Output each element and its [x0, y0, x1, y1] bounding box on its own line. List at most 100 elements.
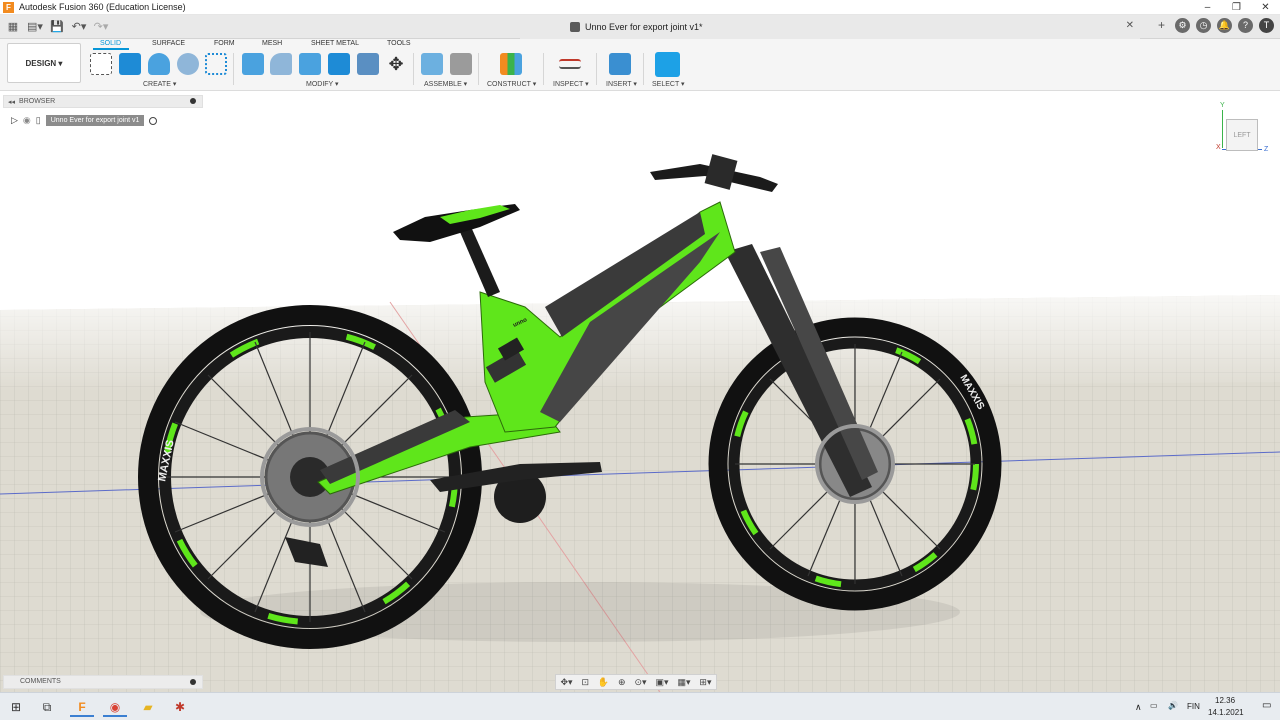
view-cube[interactable]: LEFT — [1226, 119, 1258, 151]
comments-panel[interactable]: COMMENTS — [3, 675, 203, 689]
notifications-icon[interactable]: 🔔 — [1217, 18, 1232, 33]
job-status-icon[interactable]: ◷ — [1196, 18, 1211, 33]
header-right-icons: + ⚙ ◷ 🔔 ? T — [1154, 18, 1274, 33]
ribbon-toolbar: DESIGN ▾ SOLID SURFACE FORM MESH SHEET M… — [0, 39, 1280, 91]
comments-title: COMMENTS — [20, 678, 61, 685]
user-avatar[interactable]: T — [1259, 18, 1274, 33]
fusion360-window: F Autodesk Fusion 360 (Education License… — [0, 0, 1280, 720]
quick-access-bar: ▦ ▤▾ 💾 ↶▾ ↷▾ Unno Ever for export joint … — [0, 15, 1280, 39]
create-sketch-icon[interactable] — [90, 53, 112, 75]
extensions-icon[interactable]: ⚙ — [1175, 18, 1190, 33]
display-settings-icon[interactable]: ▣▾ — [656, 677, 669, 688]
tab-sheet-metal[interactable]: SHEET METAL — [311, 40, 359, 47]
construct-menu[interactable]: CONSTRUCT ▾ — [487, 80, 536, 88]
fusion-icon[interactable]: F — [70, 697, 94, 717]
comments-pin-icon[interactable] — [190, 679, 196, 685]
new-tab-icon[interactable]: + — [1154, 18, 1169, 33]
divider — [478, 53, 479, 85]
window-controls: – ❐ ✕ — [1193, 0, 1280, 15]
align-icon[interactable] — [357, 53, 379, 75]
select-icon[interactable] — [655, 52, 680, 77]
assemble-menu[interactable]: ASSEMBLE ▾ — [424, 80, 467, 88]
activate-radio[interactable] — [149, 116, 158, 125]
tab-form[interactable]: FORM — [214, 40, 235, 47]
offset-plane-icon[interactable] — [500, 53, 522, 75]
volume-icon[interactable]: 🔊 — [1168, 701, 1178, 710]
insert-image-icon[interactable] — [609, 53, 631, 75]
file-explorer-icon[interactable]: ▰ — [136, 697, 160, 717]
app-icon[interactable]: ✱ — [168, 697, 192, 717]
viewport-canvas[interactable]: MAXXIS MAXXIS unno — [0, 92, 1280, 692]
notification-center-icon[interactable]: ▭ — [1262, 700, 1271, 711]
fillet-icon[interactable] — [270, 53, 292, 75]
tab-mesh[interactable]: MESH — [262, 40, 282, 47]
close-tab-icon[interactable]: ✕ — [1126, 20, 1134, 31]
divider — [596, 53, 597, 85]
tab-surface[interactable]: SURFACE — [152, 40, 185, 47]
document-tab[interactable]: Unno Ever for export joint v1* ✕ — [520, 15, 1140, 39]
root-node-label[interactable]: Unno Ever for export joint v1 — [45, 115, 145, 126]
visibility-eye-icon[interactable]: ◉ — [23, 115, 31, 126]
active-tab-indicator — [93, 48, 129, 50]
new-component-icon[interactable] — [421, 53, 443, 75]
x-axis-label: X — [1216, 144, 1221, 151]
pan-icon[interactable]: ✋ — [598, 677, 609, 688]
inspect-menu[interactable]: INSPECT ▾ — [553, 80, 589, 88]
select-menu[interactable]: SELECT ▾ — [652, 80, 685, 88]
combine-icon[interactable] — [328, 53, 350, 75]
language-indicator[interactable]: FIN — [1187, 702, 1200, 711]
help-icon[interactable]: ? — [1238, 18, 1253, 33]
divider — [413, 53, 414, 85]
modify-menu[interactable]: MODIFY ▾ — [306, 80, 339, 88]
viewports-icon[interactable]: ⊞▾ — [699, 677, 711, 688]
data-panel-grid-icon[interactable]: ▦ — [4, 18, 22, 36]
minimize-button[interactable]: – — [1193, 0, 1222, 15]
rear-wheel — [138, 305, 482, 649]
window-title: Autodesk Fusion 360 (Education License) — [19, 2, 186, 12]
network-icon[interactable]: ▭ — [1150, 701, 1158, 710]
joint-icon[interactable] — [450, 53, 472, 75]
measure-icon[interactable] — [559, 59, 581, 69]
tray-chevron-icon[interactable]: ∧ — [1135, 702, 1142, 713]
tab-solid[interactable]: SOLID — [100, 40, 121, 47]
orbit-icon[interactable]: ✥▾ — [560, 677, 572, 688]
redo-icon[interactable]: ↷▾ — [92, 18, 110, 36]
collapse-icon[interactable]: ◂◂ — [8, 98, 15, 106]
revolve-icon[interactable] — [148, 53, 170, 75]
create-menu[interactable]: CREATE ▾ — [143, 80, 176, 88]
shell-icon[interactable] — [299, 53, 321, 75]
undo-icon[interactable]: ↶▾ — [70, 18, 88, 36]
tab-tools[interactable]: TOOLS — [387, 40, 411, 47]
task-view-icon[interactable]: ⧉ — [35, 697, 59, 717]
fusion-logo-icon: F — [3, 1, 14, 13]
pin-icon[interactable] — [190, 98, 196, 104]
browser-root-node[interactable]: ▷ ◉ ▯ Unno Ever for export joint v1 — [11, 114, 158, 127]
press-pull-icon[interactable] — [242, 53, 264, 75]
file-menu-icon[interactable]: ▤▾ — [26, 18, 44, 36]
workspace-switcher[interactable]: DESIGN ▾ — [7, 43, 81, 83]
z-axis-label: Z — [1264, 146, 1269, 153]
pattern-icon[interactable] — [205, 53, 227, 75]
extrude-icon[interactable] — [119, 53, 141, 75]
grid-settings-icon[interactable]: ▦▾ — [677, 677, 690, 688]
move-icon[interactable]: ✥ — [385, 53, 407, 75]
divider — [543, 53, 544, 85]
save-icon[interactable]: 💾 — [48, 18, 66, 36]
clock-time[interactable]: 12.36 — [1215, 696, 1235, 705]
restore-button[interactable]: ❐ — [1222, 0, 1251, 15]
clock-date[interactable]: 14.1.2021 — [1208, 708, 1244, 717]
fit-icon[interactable]: ⊙▾ — [635, 677, 647, 688]
document-settings-icon: ▯ — [35, 115, 41, 125]
windows-icon[interactable]: ⊞ — [4, 697, 28, 717]
zoom-icon[interactable]: ⊕ — [618, 677, 626, 688]
close-button[interactable]: ✕ — [1251, 0, 1280, 15]
hole-icon[interactable] — [177, 53, 199, 75]
windows-taskbar: ⊞ ⧉ F ◉ ▰ ✱ ∧ ▭ 🔊 FIN 12.36 14.1.2021 ▭ — [0, 692, 1280, 720]
browser-panel-header[interactable]: ◂◂ BROWSER — [3, 95, 203, 108]
y-axis-label: Y — [1220, 102, 1225, 109]
insert-menu[interactable]: INSERT ▾ — [606, 80, 637, 88]
look-at-icon[interactable]: ⊡ — [581, 677, 589, 688]
expand-triangle-icon[interactable]: ▷ — [11, 115, 18, 126]
document-icon — [570, 22, 580, 32]
chrome-icon[interactable]: ◉ — [103, 697, 127, 717]
